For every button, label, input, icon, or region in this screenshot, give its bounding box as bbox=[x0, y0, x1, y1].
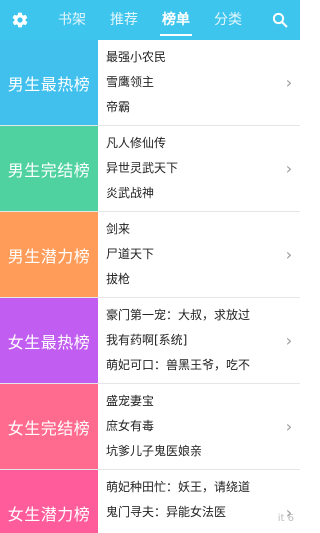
search-icon bbox=[272, 12, 288, 28]
ranking-label: 女生潜力榜 bbox=[0, 470, 98, 533]
ranking-row-male-hot[interactable]: 男生最热榜 最强小农民 雪鹰领主 帝霸 › bbox=[0, 40, 300, 126]
ranking-row-male-potential[interactable]: 男生潜力榜 剑来 尸道天下 拔枪 › bbox=[0, 212, 300, 298]
book-title[interactable]: 炎武战神 bbox=[106, 181, 278, 206]
ranking-list: 男生最热榜 最强小农民 雪鹰领主 帝霸 › 男生完结榜 凡人修仙传 异世灵武天下… bbox=[0, 40, 300, 533]
book-title[interactable]: 萌妃可口：兽黑王爷，吃不 bbox=[106, 353, 278, 378]
app-root: 书架 推荐 榜单 分类 男生最热榜 最强小农民 雪鹰领主 帝霸 › 男生完结榜 bbox=[0, 0, 300, 533]
chevron-right-icon[interactable]: › bbox=[278, 212, 300, 297]
tab-bookshelf[interactable]: 书架 bbox=[56, 0, 88, 40]
ranking-label: 男生完结榜 bbox=[0, 126, 98, 211]
gear-icon bbox=[12, 12, 28, 28]
chevron-right-icon[interactable]: › bbox=[278, 298, 300, 383]
book-title[interactable]: 凡人修仙传 bbox=[106, 131, 278, 156]
ranking-row-female-completed[interactable]: 女生完结榜 盛宠妻宝 庶女有毒 坑爹儿子鬼医娘亲 › bbox=[0, 384, 300, 470]
site-watermark: it 6 bbox=[248, 509, 294, 527]
ranking-book-list: 豪门第一宠：大叔，求放过 我有药啊[系统] 萌妃可口：兽黑王爷，吃不 bbox=[98, 298, 278, 383]
book-title[interactable]: 帝霸 bbox=[106, 95, 278, 120]
tab-rankings[interactable]: 榜单 bbox=[160, 0, 192, 40]
book-title[interactable]: 豪门第一宠：大叔，求放过 bbox=[106, 303, 278, 328]
chevron-right-icon[interactable]: › bbox=[278, 126, 300, 211]
chevron-right-icon[interactable]: › bbox=[278, 40, 300, 125]
top-nav-bar: 书架 推荐 榜单 分类 bbox=[0, 0, 300, 40]
search-button[interactable] bbox=[260, 0, 300, 40]
book-title[interactable]: 我有药啊[系统] bbox=[106, 328, 278, 353]
book-title[interactable]: 异世灵武天下 bbox=[106, 156, 278, 181]
ranking-book-list: 最强小农民 雪鹰领主 帝霸 bbox=[98, 40, 278, 125]
ranking-row-female-hot[interactable]: 女生最热榜 豪门第一宠：大叔，求放过 我有药啊[系统] 萌妃可口：兽黑王爷，吃不… bbox=[0, 298, 300, 384]
book-title[interactable]: 剑来 bbox=[106, 217, 278, 242]
chevron-right-icon[interactable]: › bbox=[278, 384, 300, 469]
tab-recommend[interactable]: 推荐 bbox=[108, 0, 140, 40]
book-title[interactable]: 拔枪 bbox=[106, 267, 278, 292]
ranking-label: 男生潜力榜 bbox=[0, 212, 98, 297]
settings-button[interactable] bbox=[0, 0, 40, 40]
main-tabs: 书架 推荐 榜单 分类 bbox=[40, 0, 260, 40]
ranking-book-list: 凡人修仙传 异世灵武天下 炎武战神 bbox=[98, 126, 278, 211]
book-title[interactable]: 盛宠妻宝 bbox=[106, 389, 278, 414]
tab-categories[interactable]: 分类 bbox=[212, 0, 244, 40]
book-title[interactable]: 庶女有毒 bbox=[106, 414, 278, 439]
book-title[interactable]: 雪鹰领主 bbox=[106, 70, 278, 95]
watermark-text: it 6 bbox=[277, 512, 294, 524]
ranking-label: 女生完结榜 bbox=[0, 384, 98, 469]
book-title[interactable]: 最强小农民 bbox=[106, 45, 278, 70]
ranking-label: 男生最热榜 bbox=[0, 40, 98, 125]
ranking-book-list: 盛宠妻宝 庶女有毒 坑爹儿子鬼医娘亲 bbox=[98, 384, 278, 469]
ranking-label: 女生最热榜 bbox=[0, 298, 98, 383]
book-title[interactable]: 萌妃种田忙：妖王，请绕道 bbox=[106, 475, 278, 500]
book-title[interactable]: 尸道天下 bbox=[106, 242, 278, 267]
book-title[interactable]: 坑爹儿子鬼医娘亲 bbox=[106, 439, 278, 464]
ranking-row-male-completed[interactable]: 男生完结榜 凡人修仙传 异世灵武天下 炎武战神 › bbox=[0, 126, 300, 212]
ranking-book-list: 剑来 尸道天下 拔枪 bbox=[98, 212, 278, 297]
